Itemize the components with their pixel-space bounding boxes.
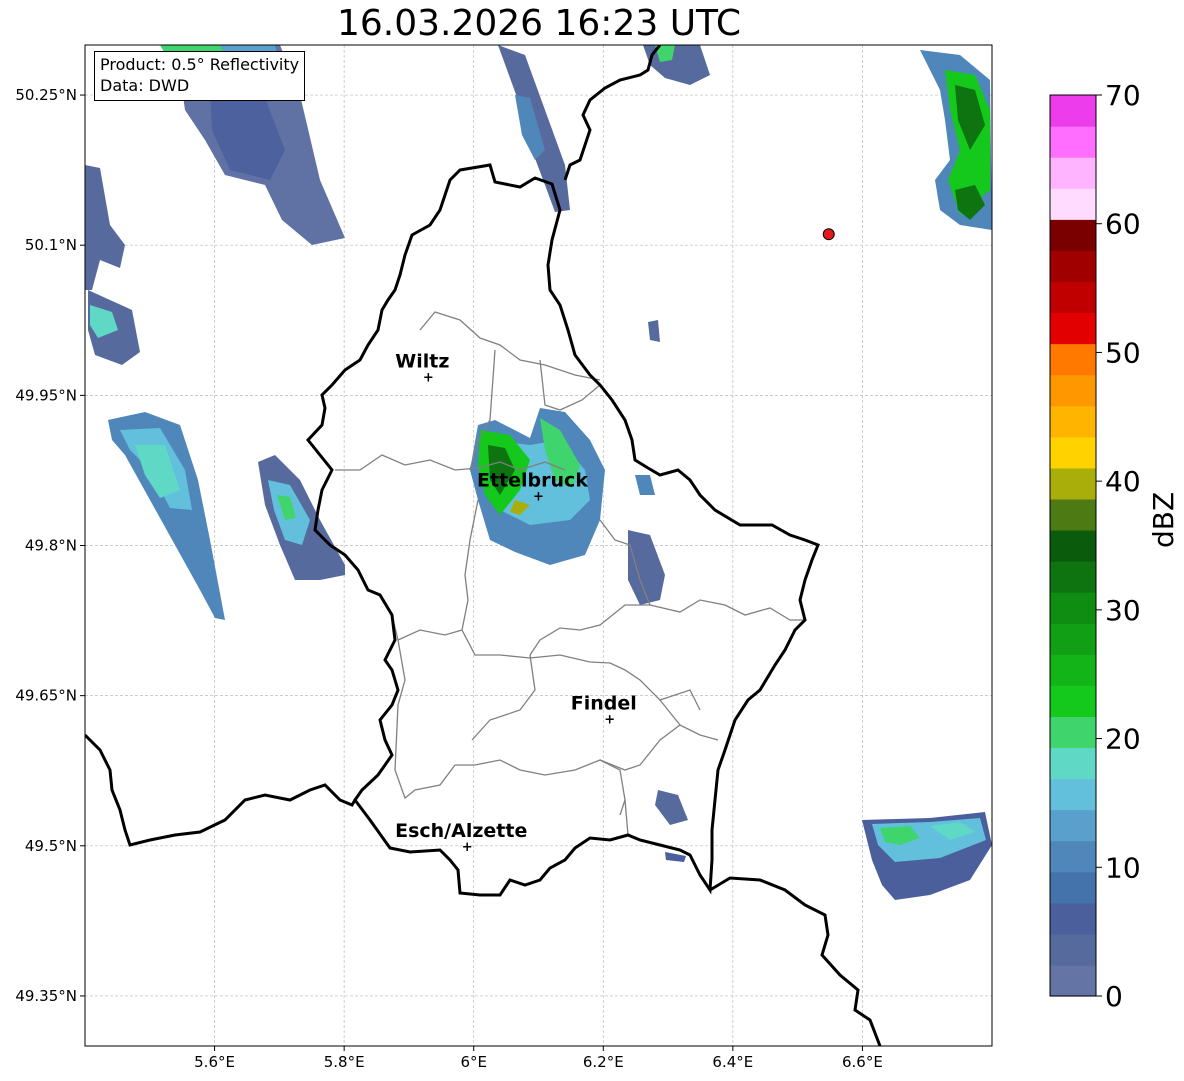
colorbar-tick-label: 10: [1105, 851, 1141, 884]
colorbar-segment: [1050, 561, 1096, 593]
colorbar-segment: [1050, 529, 1096, 562]
city-marker: +: [604, 713, 615, 728]
colorbar-tick-label: 30: [1105, 594, 1141, 627]
colorbar-segment: [1050, 467, 1096, 500]
colorbar-ticks: 0 10 20 30 40 50 60 70: [1096, 79, 1141, 1013]
data-source-text: Data: DWD: [100, 76, 190, 95]
radar-site-marker: [822, 228, 835, 241]
tick-label-lon: 6.6°E: [842, 1053, 883, 1071]
colorbar-segment: [1050, 933, 1096, 966]
colorbar-tick-label: 40: [1105, 465, 1141, 498]
tick-label-lon: 6.4°E: [712, 1053, 753, 1071]
colorbar-segment: [1050, 747, 1096, 780]
city-label: Ettelbruck: [477, 469, 588, 491]
tick-label-lon: 6.2°E: [583, 1053, 624, 1071]
tick-label-lon: 5.8°E: [324, 1053, 365, 1071]
city-label: Esch/Alzette: [395, 820, 527, 842]
colorbar-segment: [1050, 871, 1096, 904]
colorbar-segment: [1050, 219, 1096, 251]
tick-label-lat: 50.1°N: [25, 236, 77, 254]
colorbar-tick-label: 60: [1105, 208, 1141, 241]
tick-label-lat: 49.5°N: [25, 837, 77, 855]
tick-label-lat: 49.8°N: [25, 537, 77, 555]
city-marker: +: [462, 840, 473, 855]
colorbar-segment: [1050, 809, 1096, 842]
city-label: Findel: [571, 693, 637, 715]
colorbar-segment: [1050, 623, 1096, 655]
colorbar-segment: [1050, 343, 1096, 376]
colorbar-segment: [1050, 281, 1096, 314]
tick-label-lon: 6°E: [460, 1053, 487, 1071]
colorbar: [1049, 94, 1097, 997]
tick-label-lat: 49.95°N: [15, 386, 77, 404]
colorbar-tick-label: 70: [1105, 79, 1141, 112]
colorbar-tick-label: 0: [1105, 980, 1123, 1013]
colorbar-label: dBZ: [1147, 491, 1180, 548]
colorbar-segment: [1050, 592, 1096, 624]
tick-label-lon: 5.6°E: [194, 1053, 235, 1071]
tick-label-lat: 50.25°N: [15, 86, 77, 104]
colorbar-tick-label: 50: [1105, 336, 1141, 369]
colorbar-segment: [1050, 312, 1096, 345]
info-box: Product: 0.5° Reflectivity Data: DWD: [94, 51, 306, 101]
colorbar-segment: [1050, 188, 1096, 220]
colorbar-segment: [1050, 498, 1096, 531]
colorbar-segment: [1050, 902, 1096, 935]
colorbar-segment: [1050, 250, 1096, 283]
colorbar-segment: [1050, 126, 1096, 158]
radar-map: 5.6°E 5.8°E 6°E 6.2°E 6.4°E 6.6°E 50.25°N 50.1°…: [15, 44, 1141, 1071]
product-text: Product: 0.5° Reflectivity: [100, 55, 300, 74]
colorbar-tick-label: 20: [1105, 723, 1141, 756]
colorbar-segment: [1050, 716, 1096, 749]
colorbar-segment: [1050, 964, 1096, 997]
colorbar-segment: [1050, 95, 1096, 127]
colorbar-segment: [1050, 840, 1096, 873]
colorbar-segment: [1050, 157, 1096, 189]
colorbar-segment: [1050, 405, 1096, 438]
colorbar-segment: [1050, 436, 1096, 469]
colorbar-segment: [1050, 778, 1096, 811]
colorbar-segment: [1050, 654, 1096, 686]
tick-label-lat: 49.65°N: [15, 687, 77, 705]
city-marker: +: [423, 370, 434, 385]
city-marker: +: [533, 489, 544, 504]
colorbar-segment: [1050, 374, 1096, 407]
radar-site-dot: [822, 228, 835, 241]
tick-label-lat: 49.35°N: [15, 987, 77, 1005]
colorbar-segment: [1050, 685, 1096, 717]
city-label: Wiltz: [395, 350, 449, 372]
